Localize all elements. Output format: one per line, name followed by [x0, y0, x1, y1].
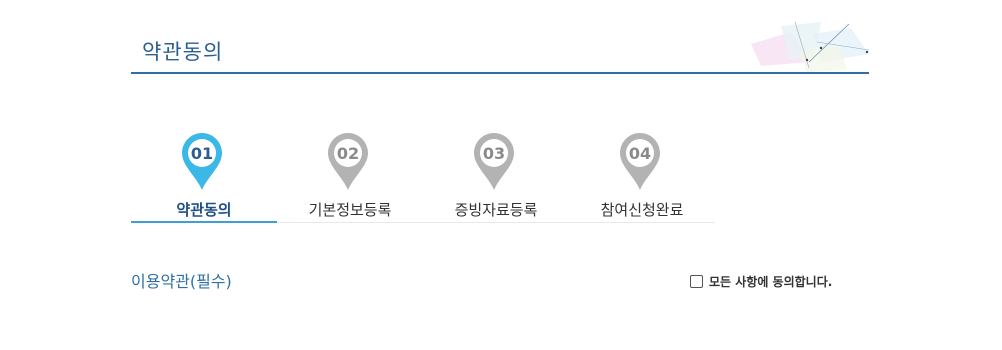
step-4-pin-icon: 04: [620, 133, 660, 190]
agree-all-option[interactable]: 모든 사항에 동의합니다.: [690, 273, 832, 289]
step-1: 01 약관동의: [131, 132, 277, 223]
agree-all-checkbox[interactable]: [690, 274, 703, 288]
step-2-label: 기본정보등록: [308, 201, 392, 219]
step-4-label: 참여신청완료: [600, 201, 684, 219]
step-indicator: 01 약관동의 02 기본정보등록 03 증빙자료등록 04 참여신청완료: [131, 132, 715, 223]
step-2: 02 기본정보등록: [277, 132, 423, 222]
step-3-pin-icon: 03: [474, 133, 514, 190]
step-4-number: 04: [629, 144, 651, 163]
agree-all-label[interactable]: 모든 사항에 동의합니다.: [709, 273, 832, 290]
page-header: 약관동의: [131, 22, 869, 74]
header-decoration-graphic: [751, 22, 869, 72]
step-3: 03 증빙자료등록: [423, 132, 569, 222]
step-1-number: 01: [191, 144, 213, 163]
step-1-pin-icon: 01: [182, 133, 222, 190]
step-3-number: 03: [483, 144, 505, 163]
step-1-label: 약관동의: [176, 201, 232, 219]
terms-section-title: 이용약관(필수): [131, 272, 232, 291]
step-2-number: 02: [337, 144, 359, 163]
step-3-label: 증빙자료등록: [454, 201, 538, 219]
step-4: 04 참여신청완료: [569, 132, 715, 222]
page-title: 약관동의: [142, 40, 224, 64]
step-2-pin-icon: 02: [328, 133, 368, 190]
